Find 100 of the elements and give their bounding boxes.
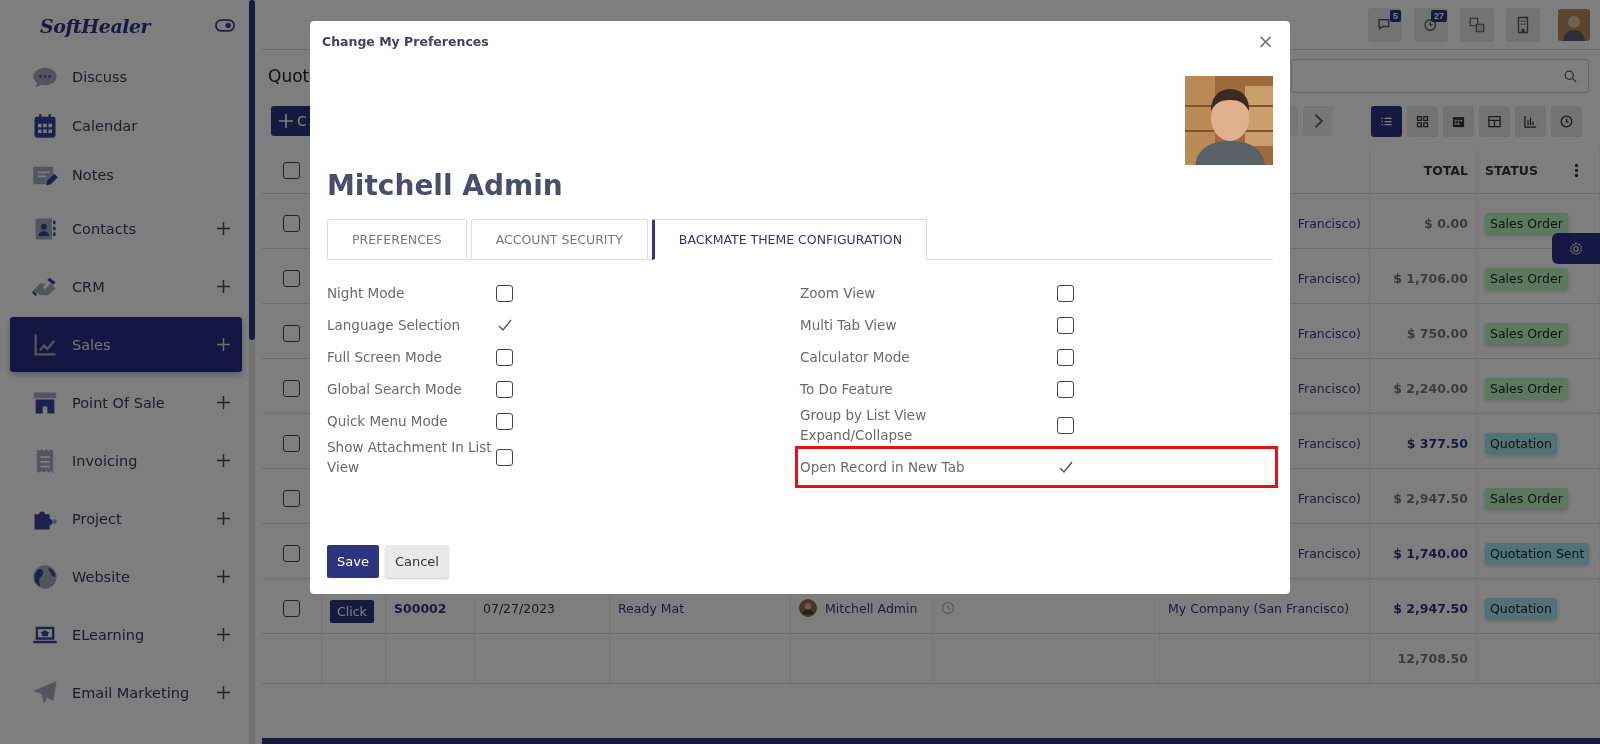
sidebar-item[interactable]: Email Marketing: [10, 665, 242, 720]
sidebar-item[interactable]: Notes: [10, 152, 242, 198]
chat-button[interactable]: 5: [1368, 7, 1402, 42]
list-view-icon[interactable]: [1371, 105, 1402, 137]
table-cell: $ 750.00: [1406, 325, 1468, 341]
table-cell: $ 1,706.00: [1393, 270, 1468, 286]
table-cell: Francisco): [1297, 380, 1361, 396]
sidebar-item[interactable]: Calendar: [10, 103, 242, 149]
table-cell: Francisco): [1297, 435, 1361, 451]
status-badge: Sales Order: [1485, 377, 1568, 399]
setting-label: Full Screen Mode: [327, 348, 442, 367]
checkbox[interactable]: [283, 214, 300, 232]
status-badge: Sales Order: [1485, 322, 1568, 344]
table-cell: Mitchell Admin: [825, 600, 918, 616]
checkbox[interactable]: [283, 162, 300, 179]
search-icon: [1563, 68, 1578, 84]
checkbox[interactable]: [1057, 416, 1074, 434]
checkbox[interactable]: [496, 348, 513, 366]
notification-badge: 27: [1431, 9, 1447, 22]
plus-icon[interactable]: [217, 686, 230, 699]
checkbox[interactable]: [496, 284, 513, 302]
checkbox[interactable]: [1057, 348, 1074, 366]
translate-button[interactable]: [1460, 7, 1494, 42]
avatar[interactable]: [1558, 8, 1590, 41]
plus-icon[interactable]: [217, 512, 230, 525]
next-icon[interactable]: [1303, 106, 1333, 136]
setting-label: Night Mode: [327, 284, 405, 303]
table-cell: Francisco): [1297, 270, 1361, 286]
checkbox[interactable]: [283, 434, 300, 452]
status-badge: Sales Order: [1485, 487, 1568, 509]
setting-label: Calculator Mode: [800, 348, 910, 367]
checkbox[interactable]: [1057, 316, 1074, 334]
status-badge: Quotation: [1485, 597, 1557, 619]
setting-label: Global Search Mode: [327, 380, 462, 399]
tab[interactable]: PREFERENCES: [327, 219, 467, 260]
primary-button[interactable]: Save: [327, 545, 379, 578]
table-cell: $ 2,240.00: [1393, 380, 1468, 396]
settings-button[interactable]: [1552, 233, 1600, 264]
chart-view-icon[interactable]: [1515, 105, 1546, 137]
table-cell: Francisco): [1297, 325, 1361, 341]
activity-button[interactable]: 27: [1414, 7, 1448, 42]
table-cell: Francisco): [1297, 490, 1361, 506]
checkbox[interactable]: [283, 269, 300, 287]
checkbox[interactable]: [283, 379, 300, 397]
plus-icon: [279, 114, 293, 128]
checkbox[interactable]: [496, 412, 513, 430]
plus-icon[interactable]: [217, 396, 230, 409]
secondary-button[interactable]: Cancel: [384, 545, 449, 578]
table-cell: S00002: [394, 600, 447, 616]
calendar-view-icon[interactable]: [1443, 105, 1474, 137]
tab[interactable]: ACCOUNT SECURITY: [470, 219, 648, 260]
plus-icon[interactable]: [217, 454, 230, 467]
table-cell: $ 2,947.50: [1393, 600, 1468, 616]
setting-label: Group by List View Expand/Collapse: [800, 406, 928, 445]
plus-icon[interactable]: [217, 280, 230, 293]
checkbox[interactable]: [283, 489, 300, 507]
setting-label: Show Attachment In List View: [327, 438, 493, 477]
sidebar-item[interactable]: Discuss: [10, 54, 242, 100]
column-header[interactable]: STATUS: [1485, 163, 1538, 178]
checkbox[interactable]: [1057, 284, 1074, 302]
table-cell: Francisco): [1297, 215, 1361, 231]
table-view-icon[interactable]: [1479, 105, 1510, 137]
more-options-icon[interactable]: [1574, 163, 1579, 178]
total-sum: 12,708.50: [1397, 651, 1468, 666]
toggle-icon[interactable]: [215, 19, 235, 32]
checkbox[interactable]: [496, 380, 513, 398]
company-button[interactable]: [1506, 7, 1540, 42]
sidebar-item[interactable]: Point Of Sale: [10, 375, 242, 430]
sidebar-item[interactable]: Contacts: [10, 201, 242, 256]
close-button[interactable]: ×: [1255, 31, 1276, 51]
table-cell: $ 0.00: [1424, 215, 1468, 231]
plus-icon[interactable]: [217, 628, 230, 641]
user-name: Mitchell Admin: [327, 169, 564, 203]
checkbox[interactable]: [496, 448, 513, 466]
grid-view-icon[interactable]: [1407, 105, 1438, 137]
page-title: Quot: [268, 66, 310, 86]
plus-icon[interactable]: [217, 222, 230, 235]
clock-view-icon[interactable]: [1551, 105, 1582, 137]
checkbox[interactable]: [283, 324, 300, 342]
click-button[interactable]: Click: [330, 599, 374, 623]
table-cell: Ready Mat: [618, 600, 685, 616]
tab[interactable]: BACKMATE THEME CONFIGURATION: [651, 219, 927, 260]
sidebar-item[interactable]: Website: [10, 549, 242, 604]
checkbox[interactable]: [1057, 380, 1074, 398]
column-header[interactable]: TOTAL: [1423, 163, 1468, 178]
status-badge: Quotation: [1485, 432, 1557, 454]
plus-icon[interactable]: [217, 570, 230, 583]
search-field[interactable]: [1291, 59, 1589, 93]
sidebar-item[interactable]: Invoicing: [10, 433, 242, 488]
sidebar-item[interactable]: Project: [10, 491, 242, 546]
status-badge: Sales Order: [1485, 212, 1568, 234]
table-cell: $ 1,740.00: [1393, 545, 1468, 561]
sidebar-item[interactable]: ELearning: [10, 607, 242, 662]
setting-label: Zoom View: [800, 284, 876, 303]
dialog-title: Change My Preferences: [322, 33, 489, 49]
checkbox[interactable]: [283, 544, 300, 562]
sidebar-item[interactable]: Sales: [10, 317, 242, 372]
sidebar-item[interactable]: CRM: [10, 259, 242, 314]
scrollbar-thumb[interactable]: [249, 0, 255, 340]
checkbox[interactable]: [283, 599, 300, 617]
